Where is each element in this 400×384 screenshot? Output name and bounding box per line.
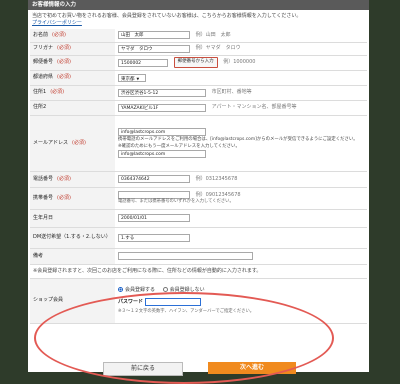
- label-email: メールアドレス (必須): [30, 115, 115, 172]
- row-postal: 郵便番号 (必須) 1500002 郵便番号から入力 例）1000000: [30, 55, 367, 71]
- chevron-down-icon: ▼: [136, 76, 140, 81]
- label-birthday: 生年月日: [30, 209, 115, 228]
- label-address2: 住所2: [30, 100, 115, 116]
- phone-hint: 例）0312345678: [195, 175, 238, 182]
- required-mark: (必須): [72, 139, 86, 146]
- membership-radio-group: 会員登録する 会員登録しない: [118, 286, 364, 293]
- membership-notice: ※会員登録されますと、次回このお店をご利用になる際に、住所などの情報が自動的に入…: [30, 264, 367, 279]
- form-table: お名前 (必須) 山田 太郎 例）山田 太郎 フリガナ (必須) ヤマダ タロウ 例…: [30, 29, 367, 324]
- label-mobile: 携帯番号 (必須): [30, 187, 115, 210]
- row-phone: 電話番号 (必須) 0364374642 例）0312345678: [30, 171, 367, 188]
- password-label: パスワード: [118, 298, 144, 305]
- birthday-input[interactable]: 2000/01/01: [118, 214, 190, 222]
- address2-hint: アパート・マンション名、部屋番号等: [211, 104, 297, 111]
- navigation-buttons: 前に戻る 次へ進む: [28, 362, 369, 376]
- label-address1: 住所1 (必須): [30, 85, 115, 101]
- mobile-hint: 例）09012345678: [195, 192, 241, 199]
- required-mark: (必須): [52, 32, 66, 39]
- row-mobile: 携帯番号 (必須) 例）09012345678 電話番号、または携帯番号のいずれか…: [30, 187, 367, 210]
- required-mark: (必須): [57, 194, 71, 201]
- remarks-input[interactable]: [118, 252, 253, 260]
- row-birthday: 生年月日 2000/01/01: [30, 209, 367, 228]
- section-title: お客様情報の入力: [28, 0, 369, 10]
- mobile-note: 電話番号、または携帯番号のいずれかを入力してください。: [118, 199, 234, 205]
- required-mark: (必須): [57, 59, 71, 66]
- radio-unchecked-icon: [162, 286, 168, 292]
- row-address2: 住所2 YAMAZAKIビル1F アパート・マンション名、部屋番号等: [30, 100, 367, 116]
- postal-lookup-button[interactable]: 郵便番号から入力: [173, 57, 218, 68]
- address1-hint: 市区町村、番地等: [211, 89, 252, 96]
- password-note: ※３～１２文字の英数字、ハイフン、アンダーバーでご指定ください。: [118, 308, 255, 314]
- email-confirm-input[interactable]: info@lastcrops.com: [118, 150, 206, 158]
- radio-register[interactable]: 会員登録する: [118, 286, 157, 293]
- postal-input[interactable]: 1500002: [118, 58, 168, 67]
- password-row: パスワード: [118, 297, 364, 306]
- label-name: お名前 (必須): [30, 29, 115, 43]
- label-prefecture: 都道府県 (必須): [30, 70, 115, 86]
- row-prefecture: 都道府県 (必須) 東京都 ▼: [30, 70, 367, 86]
- label-dm: DM送付希望（1.する・2.しない）: [30, 227, 115, 249]
- intro-text-block: 当店で初めてお買い物をされるお客様、会員登録をされていないお客様は、こちらからお…: [28, 10, 369, 29]
- row-email: メールアドレス (必須) info@lastcrops.com 携帯電話のメールア…: [30, 115, 367, 172]
- radio-no-register[interactable]: 会員登録しない: [162, 286, 205, 293]
- required-mark: (必須): [57, 74, 71, 81]
- label-membership: ショップ会員: [30, 278, 115, 324]
- email-confirm-note: ※確認のためにもう一度メールアドレスを入力してください。: [118, 143, 240, 149]
- name-input[interactable]: 山田 太郎: [118, 31, 190, 40]
- furigana-input[interactable]: ヤマダ タロウ: [118, 44, 190, 53]
- phone-input[interactable]: 0364374642: [118, 175, 190, 183]
- label-phone: 電話番号 (必須): [30, 171, 115, 188]
- radio-checked-icon: [118, 286, 123, 292]
- label-postal: 郵便番号 (必須): [30, 55, 115, 71]
- back-button[interactable]: 前に戻る: [103, 362, 183, 376]
- row-membership-notice: ※会員登録されますと、次回このお店をご利用になる際に、住所などの情報が自動的に入…: [30, 264, 367, 279]
- customer-info-form: お客様情報の入力 当店で初めてお買い物をされるお客様、会員登録をされていないお客…: [28, 0, 369, 384]
- required-mark: (必須): [57, 175, 71, 182]
- row-remarks: 備考: [30, 248, 367, 265]
- address2-input[interactable]: YAMAZAKIビル1F: [118, 103, 206, 112]
- row-address1: 住所1 (必須) 渋谷区渋谷1-5-12 市区町村、番地等: [30, 85, 367, 101]
- required-mark: (必須): [57, 45, 71, 52]
- email-input[interactable]: info@lastcrops.com: [118, 128, 206, 136]
- furigana-hint: 例）ヤマダ タロウ: [195, 45, 241, 52]
- label-remarks: 備考: [30, 248, 115, 265]
- row-membership: ショップ会員 会員登録する 会員登録しない パスワード ※３～１２文字の英数字、…: [30, 278, 367, 324]
- label-furigana: フリガナ (必須): [30, 42, 115, 56]
- name-hint: 例）山田 太郎: [195, 32, 231, 39]
- prefecture-select[interactable]: 東京都 ▼: [118, 73, 146, 82]
- privacy-policy-link[interactable]: プライバシーポリシー: [32, 20, 365, 26]
- row-dm: DM送付希望（1.する・2.しない） 1.する: [30, 227, 367, 249]
- address1-input[interactable]: 渋谷区渋谷1-5-12: [118, 88, 206, 97]
- row-name: お名前 (必須) 山田 太郎 例）山田 太郎: [30, 29, 367, 43]
- password-input[interactable]: [144, 297, 201, 306]
- required-mark: (必須): [50, 89, 65, 96]
- next-button[interactable]: 次へ進む: [208, 362, 296, 374]
- intro-text: 当店で初めてお買い物をされるお客様、会員登録をされていないお客様は、こちらからお…: [32, 13, 302, 19]
- postal-hint: 例）1000000: [223, 59, 256, 66]
- email-note: 携帯電話のメールアドレスをご利用の場合は、[info@lastcrops.com…: [118, 137, 358, 142]
- row-furigana: フリガナ (必須) ヤマダ タロウ 例）ヤマダ タロウ: [30, 42, 367, 56]
- dm-input[interactable]: 1.する: [118, 233, 190, 242]
